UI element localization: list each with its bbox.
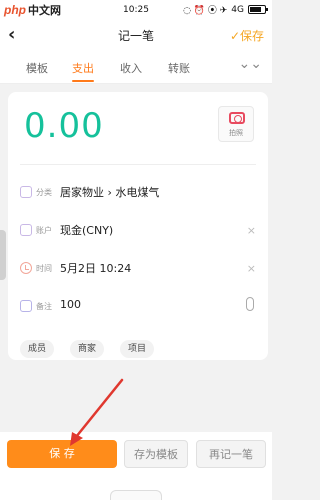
clear-account-icon[interactable]: ×	[247, 224, 256, 237]
network-label: 4G	[231, 4, 244, 15]
note-icon	[20, 300, 32, 312]
account-key: 账户	[36, 226, 52, 235]
misc-status-icons: ◌ ⏰ ⦿ ✈	[183, 6, 228, 16]
tab-template[interactable]: 模板	[26, 60, 48, 76]
clear-time-icon[interactable]: ×	[247, 262, 256, 275]
chip-project[interactable]: 项目	[120, 340, 155, 358]
tab-income[interactable]: 收入	[120, 60, 142, 76]
time-row[interactable]: 时间 5月2日 10:24 ×	[20, 256, 256, 282]
microphone-icon[interactable]	[246, 297, 254, 311]
note-input[interactable]: 100	[60, 298, 81, 311]
home-button[interactable]	[110, 490, 162, 500]
tab-expense[interactable]: 支出	[72, 60, 94, 76]
photo-button[interactable]: 拍照	[218, 106, 254, 142]
save-button[interactable]: 保 存	[7, 440, 117, 468]
category-row[interactable]: 分类 居家物业 › 水电煤气	[20, 180, 256, 206]
app-header: ‹ 记一笔 ✓保存	[0, 20, 272, 50]
account-value: 现金(CNY)	[60, 224, 114, 237]
account-row[interactable]: 账户 现金(CNY) ×	[20, 218, 256, 244]
tab-bar: 模板 支出 收入 转账 ⌄⌄	[0, 50, 272, 84]
entry-card: 0.00 拍照 分类 居家物业 › 水电煤气 账户 现金(CNY) × 时间 5…	[8, 92, 268, 360]
account-icon	[20, 224, 32, 236]
amount-display[interactable]: 0.00	[24, 106, 104, 146]
category-value: 居家物业 › 水电煤气	[60, 186, 160, 199]
tab-transfer[interactable]: 转账	[168, 60, 190, 76]
status-bar: php 中文网 10:25 ◌ ⏰ ⦿ ✈ 4G	[0, 0, 272, 20]
chip-merchant[interactable]: 商家	[70, 340, 105, 358]
note-key: 备注	[36, 302, 52, 311]
category-icon	[20, 186, 32, 198]
chip-member[interactable]: 成员	[20, 340, 55, 358]
arrow-shaft	[74, 378, 124, 439]
clock-icon	[20, 262, 32, 274]
battery-icon	[248, 5, 268, 14]
divider	[20, 164, 256, 165]
time-value: 5月2日 10:24	[60, 262, 132, 275]
time-key: 时间	[36, 264, 52, 273]
save-top-button[interactable]: ✓保存	[230, 27, 264, 44]
camera-icon	[229, 112, 245, 124]
more-tabs-icon[interactable]: ⌄⌄	[239, 56, 262, 72]
note-row[interactable]: 备注 100	[20, 294, 256, 320]
record-again-button[interactable]: 再记一笔	[196, 440, 266, 468]
status-icons: ◌ ⏰ ⦿ ✈ 4G	[183, 3, 268, 16]
active-tab-indicator	[72, 80, 94, 82]
side-scroll-handle	[0, 230, 6, 280]
photo-label: 拍照	[229, 129, 243, 137]
category-key: 分类	[36, 188, 52, 197]
save-as-template-button[interactable]: 存为模板	[124, 440, 188, 468]
